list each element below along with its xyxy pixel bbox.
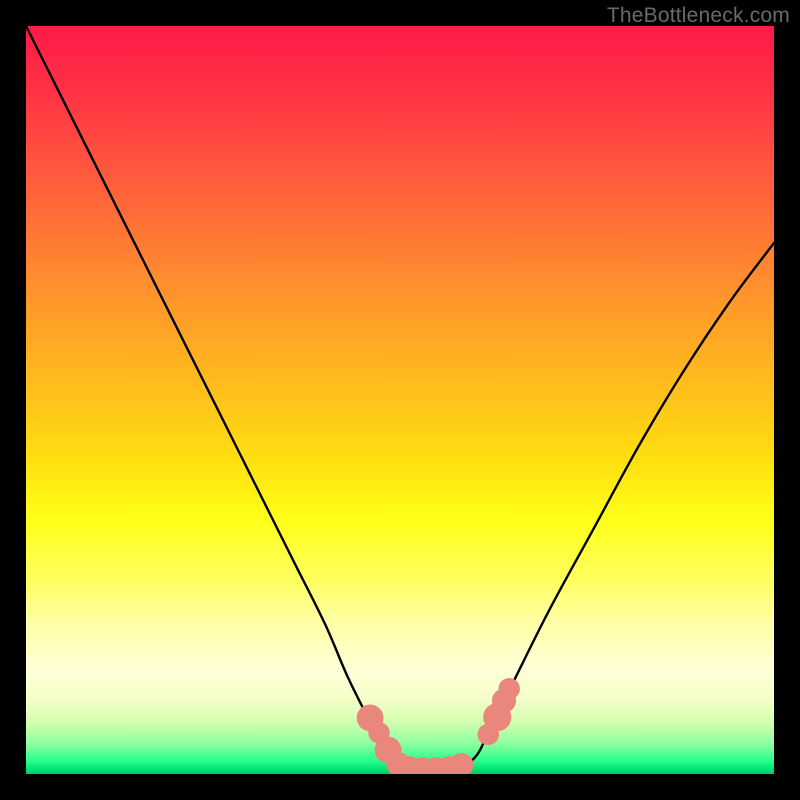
chart-frame: TheBottleneck.com xyxy=(0,0,800,800)
chart-plot-area xyxy=(26,26,774,774)
curve-markers xyxy=(357,678,520,774)
watermark-text: TheBottleneck.com xyxy=(607,4,790,28)
curve-marker xyxy=(498,678,519,699)
bottleneck-curve xyxy=(26,26,774,771)
chart-overlay xyxy=(26,26,774,774)
curve-marker xyxy=(449,753,473,774)
